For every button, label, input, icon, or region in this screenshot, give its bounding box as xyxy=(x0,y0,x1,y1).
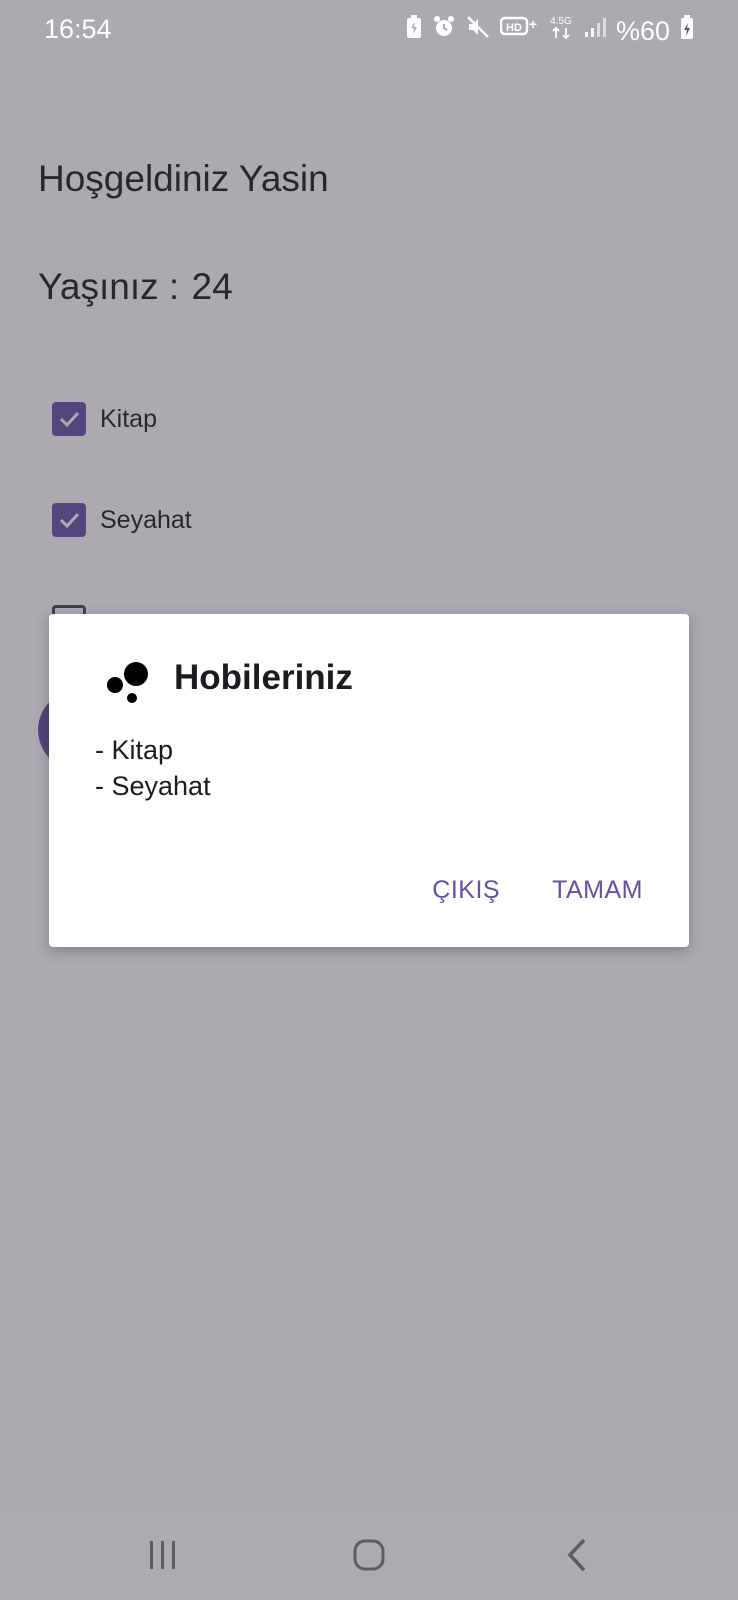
hd-plus-icon: HD + xyxy=(499,15,538,47)
svg-text:HD: HD xyxy=(506,22,522,34)
dialog-actions: ÇIKIŞ TAMAM xyxy=(432,876,643,905)
dialog-message: - Kitap - Seyahat xyxy=(95,732,211,804)
dots-icon xyxy=(104,658,152,706)
dialog-title: Hobileriniz xyxy=(174,658,353,697)
svg-text:+: + xyxy=(529,16,537,32)
ok-button[interactable]: TAMAM xyxy=(552,876,643,905)
svg-text:4.5G: 4.5G xyxy=(550,16,572,27)
alarm-icon xyxy=(432,15,456,47)
battery-icon xyxy=(680,14,694,48)
exit-button[interactable]: ÇIKIŞ xyxy=(432,876,500,905)
dialog-message-line: - Seyahat xyxy=(95,771,211,801)
status-icons: HD + 4.5G %60 xyxy=(406,14,694,48)
hobbies-dialog: Hobileriniz - Kitap - Seyahat ÇIKIŞ TAMA… xyxy=(49,614,689,947)
battery-percent: %60 xyxy=(615,15,670,46)
status-time: 16:54 xyxy=(44,14,112,44)
dialog-message-line: - Kitap xyxy=(95,735,174,765)
battery-saver-icon xyxy=(406,15,422,47)
mute-icon xyxy=(466,15,490,47)
network-4-5g-icon: 4.5G xyxy=(548,14,574,48)
status-bar: 16:54 HD + 4.5G %60 xyxy=(0,0,738,60)
signal-icon xyxy=(584,15,606,47)
